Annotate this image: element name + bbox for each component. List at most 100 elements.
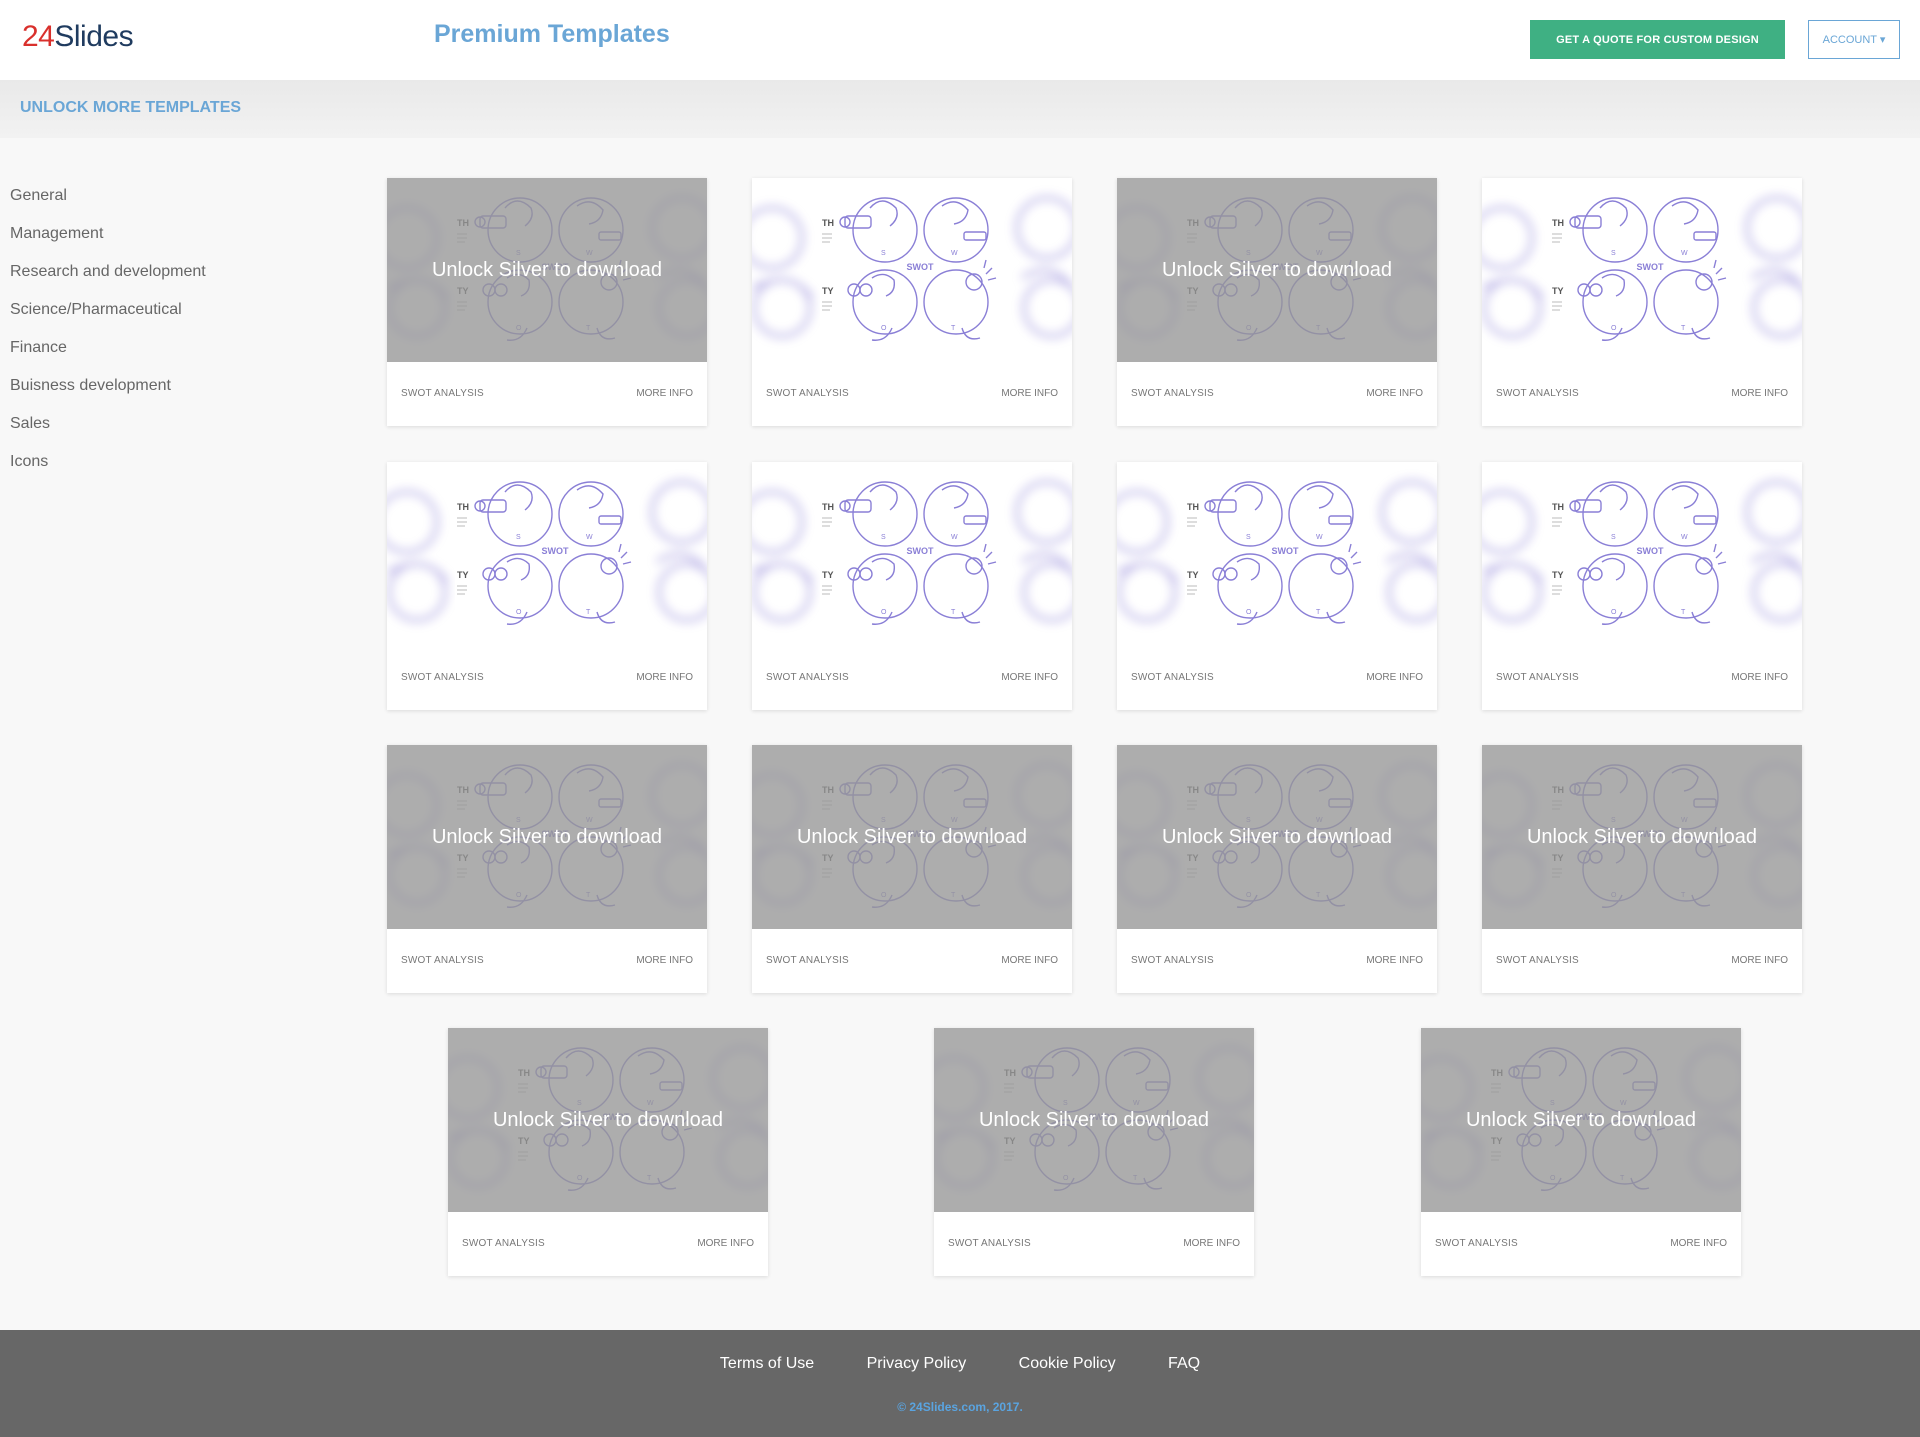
thumb-heading-2: TY [1187,570,1199,580]
card-title: SWOT ANALYSIS [401,955,484,966]
template-card[interactable]: TH TY SWOT S W O T Unlock S [387,745,707,993]
unlock-silver-overlay[interactable]: Unlock Silver to download [934,1028,1254,1212]
card-title: SWOT ANALYSIS [766,955,849,966]
sidebar-item-management[interactable]: Management [10,221,350,259]
thumb-heading-1: TH [1552,502,1564,512]
unlock-silver-overlay[interactable]: Unlock Silver to download [387,745,707,929]
sidebar-item-research-and-development[interactable]: Research and development [10,259,350,297]
more-info-link[interactable]: MORE INFO [1183,1238,1240,1249]
unlock-silver-overlay[interactable]: Unlock Silver to download [1421,1028,1741,1212]
thumb-heading-2: TY [1552,286,1564,296]
sidebar-item-sales[interactable]: Sales [10,411,350,449]
unlock-silver-overlay[interactable]: Unlock Silver to download [752,745,1072,929]
sidebar-item-business-development[interactable]: Buisness development [10,373,350,411]
template-thumbnail[interactable]: TH TY SWOT S W O T Unlock S [448,1028,768,1212]
template-card[interactable]: TH TY SWOT S W O T Unlock S [1117,745,1437,993]
card-title: SWOT ANALYSIS [1131,388,1214,399]
more-info-link[interactable]: MORE INFO [697,1238,754,1249]
template-card[interactable]: TH TY SWOT S W O T Unlock S [934,1028,1254,1276]
category-sidebar: General Management Research and developm… [10,183,350,487]
more-info-link[interactable]: MORE INFO [1366,672,1423,683]
thumb-letter-t: T [1681,609,1686,616]
thumb-heading-2: TY [457,570,469,580]
template-thumbnail[interactable]: TH TY SWOT S W O T Unlock S [1117,178,1437,362]
sidebar-item-general[interactable]: General [10,183,350,221]
terms-of-use-link[interactable]: Terms of Use [720,1355,814,1373]
thumb-letter-s: S [1611,250,1616,257]
card-title: SWOT ANALYSIS [1131,672,1214,683]
unlock-silver-overlay[interactable]: Unlock Silver to download [448,1028,768,1212]
thumb-letter-o: O [516,609,522,616]
thumb-letter-w: W [951,534,958,541]
template-thumbnail[interactable]: TH TY SWOT S W O T [387,462,707,646]
template-card[interactable]: TH TY SWOT S W O T SWOT ANALYSIS MORE IN… [752,178,1072,426]
more-info-link[interactable]: MORE INFO [1001,672,1058,683]
thumb-heading-2: TY [822,286,834,296]
card-title: SWOT ANALYSIS [766,388,849,399]
template-thumbnail[interactable]: TH TY SWOT S W O T [752,462,1072,646]
template-card[interactable]: TH TY SWOT S W O T SWOT ANALYSIS MORE IN… [1117,462,1437,710]
cookie-policy-link[interactable]: Cookie Policy [1019,1355,1116,1373]
template-card[interactable]: TH TY SWOT S W O T Unlock S [1421,1028,1741,1276]
logo[interactable]: 24Slides [22,20,134,54]
more-info-link[interactable]: MORE INFO [1366,955,1423,966]
more-info-link[interactable]: MORE INFO [1366,388,1423,399]
card-title: SWOT ANALYSIS [1131,955,1214,966]
template-card[interactable]: TH TY SWOT S W O T Unlock S [387,178,707,426]
thumb-letter-w: W [951,250,958,257]
account-dropdown-button[interactable]: ACCOUNT ▾ [1808,20,1900,59]
template-thumbnail[interactable]: TH TY SWOT S W O T [752,178,1072,362]
unlock-silver-overlay[interactable]: Unlock Silver to download [1482,745,1802,929]
get-quote-button[interactable]: GET A QUOTE FOR CUSTOM DESIGN [1530,20,1785,59]
template-thumbnail[interactable]: TH TY SWOT S W O T Unlock S [387,178,707,362]
sidebar-item-science-pharmaceutical[interactable]: Science/Pharmaceutical [10,297,350,335]
template-card[interactable]: TH TY SWOT S W O T SWOT ANALYSIS MORE IN… [1482,178,1802,426]
more-info-link[interactable]: MORE INFO [1001,955,1058,966]
template-card[interactable]: TH TY SWOT S W O T Unlock S [448,1028,768,1276]
more-info-link[interactable]: MORE INFO [1731,388,1788,399]
template-card[interactable]: TH TY SWOT S W O T Unlock S [1117,178,1437,426]
template-thumbnail[interactable]: TH TY SWOT S W O T Unlock S [752,745,1072,929]
thumb-letter-t: T [1316,609,1321,616]
template-thumbnail[interactable]: TH TY SWOT S W O T Unlock S [1117,745,1437,929]
template-thumbnail[interactable]: TH TY SWOT S W O T [1482,178,1802,362]
template-thumbnail[interactable]: TH TY SWOT S W O T Unlock S [1482,745,1802,929]
more-info-link[interactable]: MORE INFO [636,672,693,683]
page-title: Premium Templates [434,20,670,48]
thumb-center-label: SWOT [907,546,934,556]
template-card[interactable]: TH TY SWOT S W O T Unlock S [752,745,1072,993]
more-info-link[interactable]: MORE INFO [1670,1238,1727,1249]
more-info-link[interactable]: MORE INFO [1731,672,1788,683]
template-card[interactable]: TH TY SWOT S W O T SWOT ANALYSIS MORE IN… [387,462,707,710]
template-card[interactable]: TH TY SWOT S W O T SWOT ANALYSIS MORE IN… [752,462,1072,710]
card-footer: SWOT ANALYSIS MORE INFO [1482,929,1802,993]
thumb-heading-1: TH [1187,502,1199,512]
template-thumbnail[interactable]: TH TY SWOT S W O T Unlock S [1421,1028,1741,1212]
sidebar-item-finance[interactable]: Finance [10,335,350,373]
faq-link[interactable]: FAQ [1168,1355,1200,1373]
unlock-more-templates-link[interactable]: UNLOCK MORE TEMPLATES [20,99,241,117]
swot-illustration: TH TY SWOT S W O T [752,178,1072,362]
more-info-link[interactable]: MORE INFO [1731,955,1788,966]
card-title: SWOT ANALYSIS [1496,388,1579,399]
privacy-policy-link[interactable]: Privacy Policy [867,1355,967,1373]
card-footer: SWOT ANALYSIS MORE INFO [752,362,1072,426]
more-info-link[interactable]: MORE INFO [636,955,693,966]
template-thumbnail[interactable]: TH TY SWOT S W O T Unlock S [387,745,707,929]
unlock-silver-overlay[interactable]: Unlock Silver to download [1117,745,1437,929]
unlock-silver-overlay[interactable]: Unlock Silver to download [387,178,707,362]
template-thumbnail[interactable]: TH TY SWOT S W O T [1482,462,1802,646]
sidebar-item-icons[interactable]: Icons [10,449,350,487]
template-card[interactable]: TH TY SWOT S W O T SWOT ANALYSIS MORE IN… [1482,462,1802,710]
card-title: SWOT ANALYSIS [401,672,484,683]
more-info-link[interactable]: MORE INFO [1001,388,1058,399]
more-info-link[interactable]: MORE INFO [636,388,693,399]
copyright-text: © 24Slides.com, 2017. [897,1400,1023,1414]
template-thumbnail[interactable]: TH TY SWOT S W O T [1117,462,1437,646]
template-thumbnail[interactable]: TH TY SWOT S W O T Unlock S [934,1028,1254,1212]
thumb-center-label: SWOT [542,546,569,556]
swot-illustration: TH TY SWOT S W O T [1117,462,1437,646]
card-footer: SWOT ANALYSIS MORE INFO [934,1212,1254,1276]
unlock-silver-overlay[interactable]: Unlock Silver to download [1117,178,1437,362]
template-card[interactable]: TH TY SWOT S W O T Unlock S [1482,745,1802,993]
